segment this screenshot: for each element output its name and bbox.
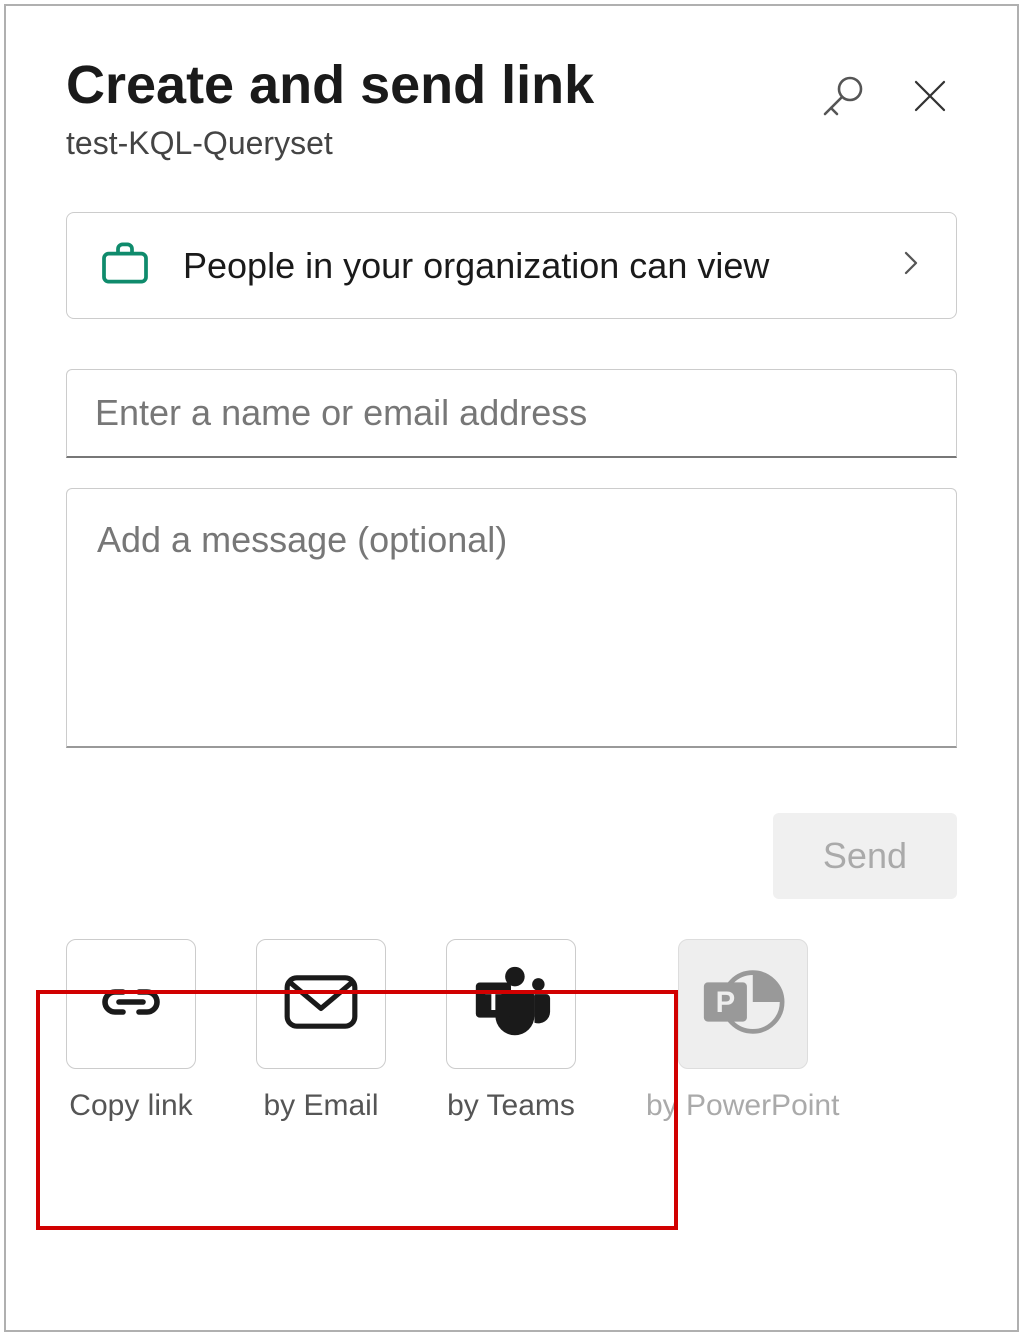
teams-icon: T <box>468 964 554 1045</box>
by-teams-tile: T <box>446 939 576 1069</box>
copy-link-tile <box>66 939 196 1069</box>
by-powerpoint-option[interactable]: P by PowerPoint <box>646 939 839 1123</box>
close-button[interactable] <box>903 69 957 126</box>
link-icon <box>95 976 167 1033</box>
header-actions <box>813 56 957 129</box>
dialog-title: Create and send link <box>66 56 813 115</box>
send-row: Send <box>66 813 957 899</box>
title-block: Create and send link test-KQL-Queryset <box>66 56 813 162</box>
by-email-label: by Email <box>263 1089 378 1123</box>
by-email-tile <box>256 939 386 1069</box>
permission-text: People in your organization can view <box>183 241 866 291</box>
key-icon <box>819 72 867 123</box>
share-dialog: Create and send link test-KQL-Queryset <box>4 4 1019 1332</box>
copy-link-option[interactable]: Copy link <box>66 939 196 1123</box>
briefcase-icon <box>97 235 153 296</box>
link-settings-button[interactable] <box>813 66 873 129</box>
chevron-right-icon <box>896 248 926 283</box>
by-teams-label: by Teams <box>447 1089 575 1123</box>
dialog-header: Create and send link test-KQL-Queryset <box>66 56 957 162</box>
svg-text:T: T <box>485 985 502 1016</box>
share-options-row: Copy link by Email <box>66 939 957 1123</box>
by-email-option[interactable]: by Email <box>256 939 386 1123</box>
copy-link-label: Copy link <box>69 1089 192 1123</box>
send-button[interactable]: Send <box>773 813 957 899</box>
dialog-subtitle: test-KQL-Queryset <box>66 125 813 162</box>
by-powerpoint-label: by PowerPoint <box>646 1089 839 1123</box>
by-teams-option[interactable]: T by Teams <box>446 939 576 1123</box>
recipient-input[interactable] <box>66 369 957 458</box>
svg-text:P: P <box>715 986 735 1019</box>
email-icon <box>282 973 360 1036</box>
message-input[interactable] <box>66 488 957 748</box>
close-icon <box>909 75 951 120</box>
permission-selector[interactable]: People in your organization can view <box>66 212 957 319</box>
powerpoint-icon: P <box>698 964 788 1045</box>
by-powerpoint-tile: P <box>678 939 808 1069</box>
